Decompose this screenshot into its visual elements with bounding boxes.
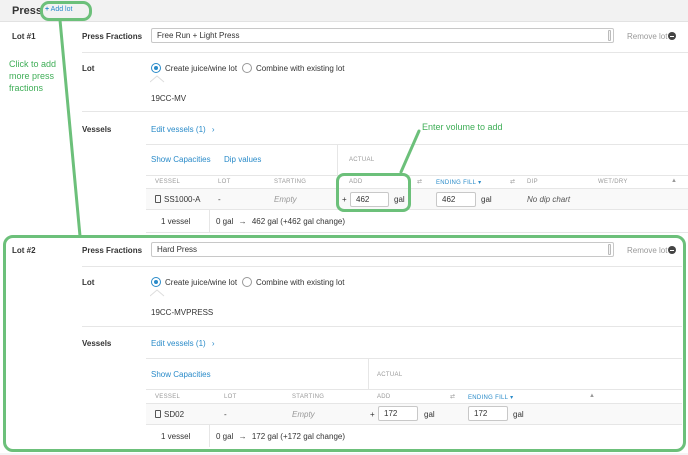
annotation-enter-volume: Enter volume to add	[422, 122, 503, 132]
annotation-click-to-add: Click to add more press fractions	[9, 59, 57, 93]
arrow-to-lot-2	[58, 18, 82, 238]
annotation-arrows	[58, 18, 421, 238]
arrow-to-add-input	[399, 129, 421, 174]
